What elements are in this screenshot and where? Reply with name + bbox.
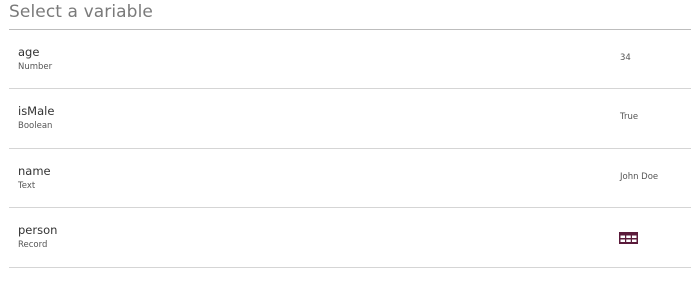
- variable-type: Boolean: [18, 121, 53, 131]
- variable-picker-panel: Select a variable age Number 34 isMale B…: [0, 0, 691, 287]
- variable-type: Number: [18, 62, 53, 72]
- page-title: Select a variable: [9, 2, 153, 22]
- variable-row-person[interactable]: person Record: [9, 208, 691, 268]
- variable-name: age: [18, 45, 40, 59]
- variable-value: 34: [620, 53, 631, 63]
- variable-name: name: [18, 163, 51, 178]
- variable-value: John Doe: [620, 171, 659, 182]
- variable-value: True: [620, 112, 639, 122]
- table-icon: [619, 232, 638, 244]
- variable-type: Record: [18, 240, 48, 250]
- variable-row-ismale[interactable]: isMale Boolean True: [9, 89, 691, 149]
- variable-row-age[interactable]: age Number 34: [9, 30, 691, 89]
- variable-list: age Number 34 isMale Boolean True name T…: [9, 30, 691, 268]
- variable-type: Text: [18, 180, 36, 191]
- variable-row-name[interactable]: name Text John Doe: [9, 149, 691, 208]
- variable-name: person: [18, 223, 58, 237]
- variable-name: isMale: [18, 104, 55, 118]
